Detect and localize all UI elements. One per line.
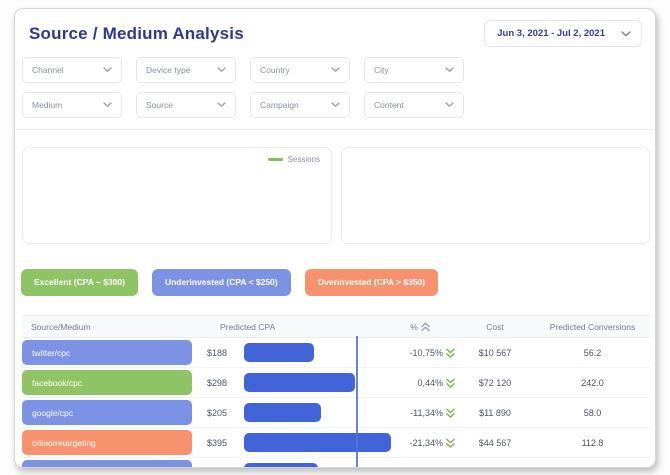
cost-value: $44 567 — [455, 438, 535, 448]
source-pill: facebook/cpc — [22, 370, 192, 395]
filter-label: City — [374, 65, 389, 75]
filter-label: Country — [260, 65, 290, 75]
filter-label: Device type — [146, 65, 190, 75]
badge-excellent[interactable]: Excellent (CPA ~ $300) — [21, 269, 138, 296]
table-row-twitter-cpc[interactable]: twitter/cpc$188 -10,75%$10 56756.2 — [22, 338, 650, 368]
trend-double-chevron-down-icon — [446, 408, 455, 418]
chevron-down-icon — [445, 102, 454, 108]
percent-change: 0,44% — [385, 378, 455, 388]
percent-change: 0,44% — [385, 468, 455, 469]
cpa-value: $188 — [192, 348, 242, 358]
cpa-target-reference-line — [356, 336, 358, 468]
cost-value: $83 150 — [455, 468, 535, 469]
filter-label: Channel — [32, 65, 64, 75]
col-source-medium[interactable]: Source/Medium — [22, 322, 192, 332]
source-pill: google/cpc — [22, 400, 192, 425]
filter-dropdown-device-type[interactable]: Device type — [136, 57, 236, 83]
trend-double-chevron-up-icon — [446, 468, 455, 469]
chevron-down-icon — [103, 102, 112, 108]
cpa-value: $205 — [192, 408, 242, 418]
cpa-value: $298 — [192, 378, 242, 388]
filter-dropdown-campaign[interactable]: Campaign — [250, 92, 350, 118]
chevron-down-icon — [217, 102, 226, 108]
cpa-bar — [244, 343, 314, 362]
cpa-value: $199 — [192, 468, 242, 469]
cpa-bar — [244, 463, 318, 468]
legend-label: Sessions — [288, 155, 320, 164]
sessions-chart-card: Sessions — [22, 147, 332, 244]
cpa-bar — [244, 433, 391, 452]
page-title: Source / Medium Analysis — [29, 24, 244, 44]
chevron-down-icon — [445, 67, 454, 73]
conversions-value: 58.0 — [535, 408, 650, 418]
filter-dropdown-medium[interactable]: Medium — [22, 92, 122, 118]
filter-dropdown-channel[interactable]: Channel — [22, 57, 122, 83]
filter-label: Content — [374, 100, 404, 110]
date-range-value: Jun 3, 2021 - Jul 2, 2021 — [497, 28, 605, 39]
source-pill: twitter/cpc — [22, 340, 192, 365]
filter-dropdown-city[interactable]: City — [364, 57, 464, 83]
filter-dropdown-country[interactable]: Country — [250, 57, 350, 83]
cpa-bar — [244, 373, 355, 392]
table-row-facebook-cpc[interactable]: facebook/cpc$298 0,44%$72 120242.0 — [22, 368, 650, 398]
cpa-legend-badges: Excellent (CPA ~ $300) Underinvested (CPA… — [21, 269, 438, 296]
section-divider — [15, 129, 655, 130]
cost-value: $72 120 — [455, 378, 535, 388]
table-body: twitter/cpc$188 -10,75%$10 56756.2 faceboo… — [22, 338, 650, 468]
col-percent-sort[interactable]: % — [385, 322, 455, 332]
conversions-value: 56.2 — [535, 348, 650, 358]
table-row-criteo-retargeting[interactable]: criteo/retargeting$395 -21,34%$44 567112.… — [22, 428, 650, 458]
chevron-down-icon — [621, 31, 631, 37]
filter-dropdown-source[interactable]: Source — [136, 92, 236, 118]
filter-label: Campaign — [260, 100, 299, 110]
filters: Channel Device type Country City Medium Sourc… — [22, 57, 464, 118]
filter-label: Medium — [32, 100, 62, 110]
cpa-bar — [244, 403, 321, 422]
screenshot-frame: Source / Medium Analysis Jun 3, 2021 - J… — [0, 0, 670, 475]
percent-change: -11,34% — [385, 408, 455, 418]
col-percent-label: % — [410, 322, 418, 332]
table-header-row: Source/Medium Predicted CPA % Cost Predi… — [22, 315, 650, 338]
filter-dropdown-content[interactable]: Content — [364, 92, 464, 118]
source-pill: criteo/retargeting — [22, 430, 192, 455]
sort-double-chevron-up-icon — [421, 322, 430, 332]
table-row-bing-cpc[interactable]: bing/cpc$199 0,44%$83 150417.8 — [22, 458, 650, 468]
conversions-value: 242.0 — [535, 378, 650, 388]
legend-line-swatch — [268, 158, 283, 161]
filter-label: Source — [146, 100, 173, 110]
cost-conversions-chart-card — [341, 147, 650, 244]
source-medium-table: Source/Medium Predicted CPA % Cost Predi… — [22, 315, 650, 468]
percent-change: -21,34% — [385, 438, 455, 448]
dashboard-card: Source / Medium Analysis Jun 3, 2021 - J… — [14, 8, 656, 468]
badge-underinvested[interactable]: Underinvested (CPA < $250) — [152, 269, 291, 296]
date-range-picker[interactable]: Jun 3, 2021 - Jul 2, 2021 — [484, 20, 642, 47]
chevron-down-icon — [331, 67, 340, 73]
col-predicted-cpa[interactable]: Predicted CPA — [192, 322, 385, 332]
percent-change: -10,75% — [385, 348, 455, 358]
trend-double-chevron-down-icon — [446, 348, 455, 358]
conversions-value: 417.8 — [535, 468, 650, 469]
trend-double-chevron-down-icon — [446, 378, 455, 388]
trend-double-chevron-down-icon — [446, 438, 455, 448]
chevron-down-icon — [217, 67, 226, 73]
cpa-value: $395 — [192, 438, 242, 448]
col-cost[interactable]: Cost — [455, 322, 535, 332]
col-predicted-conversions[interactable]: Predicted Conversions — [535, 322, 650, 332]
table-row-google-cpc[interactable]: google/cpc$205 -11,34%$11 89058.0 — [22, 398, 650, 428]
cost-value: $11 890 — [455, 408, 535, 418]
badge-overinvested[interactable]: Overinvested (CPA > $350) — [305, 269, 438, 296]
conversions-value: 112.8 — [535, 438, 650, 448]
chevron-down-icon — [103, 67, 112, 73]
chart-legend: Sessions — [268, 155, 320, 164]
chevron-down-icon — [331, 102, 340, 108]
source-pill: bing/cpc — [22, 460, 192, 468]
cost-value: $10 567 — [455, 348, 535, 358]
legend-item-sessions: Sessions — [268, 155, 320, 164]
